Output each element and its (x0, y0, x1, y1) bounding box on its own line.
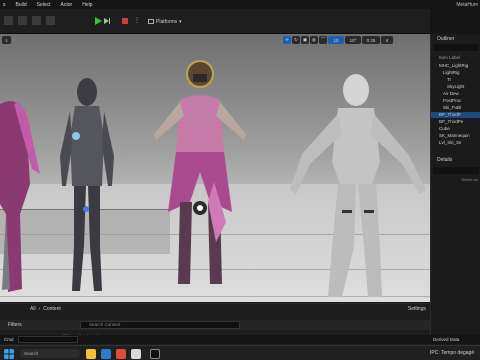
bottom-drawer-bar: Cmd (0, 335, 430, 344)
edge-browser-icon[interactable] (101, 349, 111, 359)
save-icon[interactable] (4, 16, 13, 25)
console-command-input[interactable] (17, 336, 78, 343)
settings-button[interactable]: Settings (408, 306, 426, 312)
level-title: MetaHum (456, 2, 478, 8)
details-search-input[interactable] (433, 167, 479, 174)
grid-snap-value[interactable]: 10 (328, 36, 344, 44)
menu-item-select[interactable]: Select (32, 2, 56, 8)
platforms-icon (148, 19, 154, 24)
unreal-engine-icon[interactable] (150, 349, 160, 359)
scale-tool-icon[interactable]: ▣ (301, 36, 309, 44)
viewport-transform-tools: ✛ ↻ ▣ ◍ ⌒ 10 10° 0.25 4 (283, 36, 393, 45)
step-button[interactable] (104, 17, 112, 25)
content-drawer-button[interactable]: Cmd (0, 337, 18, 342)
outliner-row[interactable]: Ski_FuBl (431, 105, 480, 111)
blueprint-icon[interactable] (46, 16, 55, 25)
file-explorer-icon[interactable] (86, 349, 96, 359)
weather-widget-text[interactable]: IPC: Tempo degagé (430, 350, 474, 356)
content-search-input[interactable]: Search Content (80, 321, 240, 329)
outliner-row[interactable]: Tr (431, 77, 480, 83)
outliner-row[interactable]: SK_Mannequin (431, 133, 480, 139)
outliner-column-header: Item Label (439, 55, 461, 60)
chevron-down-icon: ▾ (179, 18, 182, 25)
outliner-panel: Outliner Item Label MHC_LightRig LightRig… (430, 34, 480, 152)
filters-bar: Filters Search Content (0, 320, 430, 330)
platforms-button[interactable]: Platforms ▾ (148, 17, 182, 26)
play-button[interactable] (94, 17, 102, 25)
outliner-row[interactable]: BP_ThirdPe (431, 119, 480, 125)
derived-data-button[interactable]: Derived Data (430, 335, 480, 344)
menu-item-actor[interactable]: Actor (56, 2, 78, 8)
character-left-partial[interactable] (0, 64, 60, 294)
breadcrumb-separator: › (38, 306, 41, 312)
menu-item-help[interactable]: Help (77, 2, 97, 8)
toolbar-icons-left (4, 16, 55, 25)
platforms-label: Platforms (156, 18, 178, 25)
content-icon[interactable] (32, 16, 41, 25)
rotate-tool-icon[interactable]: ↻ (292, 36, 300, 44)
camera-speed-value[interactable]: 4 (381, 36, 393, 44)
outliner-title: Outliner (437, 36, 455, 42)
windows-start-icon[interactable] (4, 349, 14, 359)
menu-item-file[interactable]: s (0, 2, 11, 8)
surface-snap-icon[interactable]: ⌒ (319, 36, 327, 44)
level-viewport[interactable]: ≡ ✛ ↻ ▣ ◍ ⌒ 10 10° 0.25 4 (0, 34, 430, 302)
scale-snap-value[interactable]: 0.25 (362, 36, 380, 44)
taskbar-search-input[interactable]: Search (20, 349, 80, 358)
menu-item-build[interactable]: Build (11, 2, 32, 8)
select-tool-icon[interactable]: ✛ (283, 36, 291, 44)
more-options-icon[interactable]: ⋮ (134, 17, 142, 25)
filters-button[interactable]: Filters (8, 322, 22, 328)
rotation-snap-value[interactable]: 10° (345, 36, 361, 44)
details-panel: Details Select an (430, 152, 480, 345)
menu-bar: s Build Select Actor Help MetaHum (0, 0, 480, 9)
viewport-options: ≡ (2, 36, 11, 45)
chrome-icon[interactable] (131, 349, 141, 359)
mode-icon[interactable] (18, 16, 27, 25)
breadcrumb-all[interactable]: All (30, 306, 36, 312)
outliner-row[interactable]: LightRig (431, 70, 480, 76)
breadcrumb-content[interactable]: Content (43, 306, 61, 312)
transform-gizmo[interactable] (192, 200, 208, 216)
outliner-row[interactable]: SkyLight (431, 84, 480, 90)
details-title: Details (437, 157, 453, 163)
content-breadcrumb: All › Content (0, 304, 430, 314)
outliner-row[interactable]: MHC_LightRig (431, 63, 480, 69)
stop-button[interactable] (121, 17, 129, 25)
details-hint: Select an (461, 177, 478, 182)
character-pink-warrior[interactable] (150, 52, 250, 297)
outliner-search-input[interactable] (433, 44, 479, 51)
character-white-mannequin[interactable] (282, 72, 430, 302)
main-toolbar: ⋮ Platforms ▾ (0, 9, 430, 34)
os-taskbar: Search IPC: Tempo degagé (0, 345, 480, 360)
outliner-row[interactable]: PostProc (431, 98, 480, 104)
character-chrome-mannequin[interactable] (52, 76, 122, 301)
viewport-menu-icon[interactable]: ≡ (2, 36, 11, 44)
world-local-icon[interactable]: ◍ (310, 36, 318, 44)
outliner-row[interactable]: BP_ThirdP (431, 112, 480, 118)
outliner-row[interactable]: Air Dew (431, 91, 480, 97)
outliner-row[interactable]: Lvl_Ski_Sir (431, 140, 480, 146)
store-icon[interactable] (116, 349, 126, 359)
outliner-row[interactable]: Cube (431, 126, 480, 132)
